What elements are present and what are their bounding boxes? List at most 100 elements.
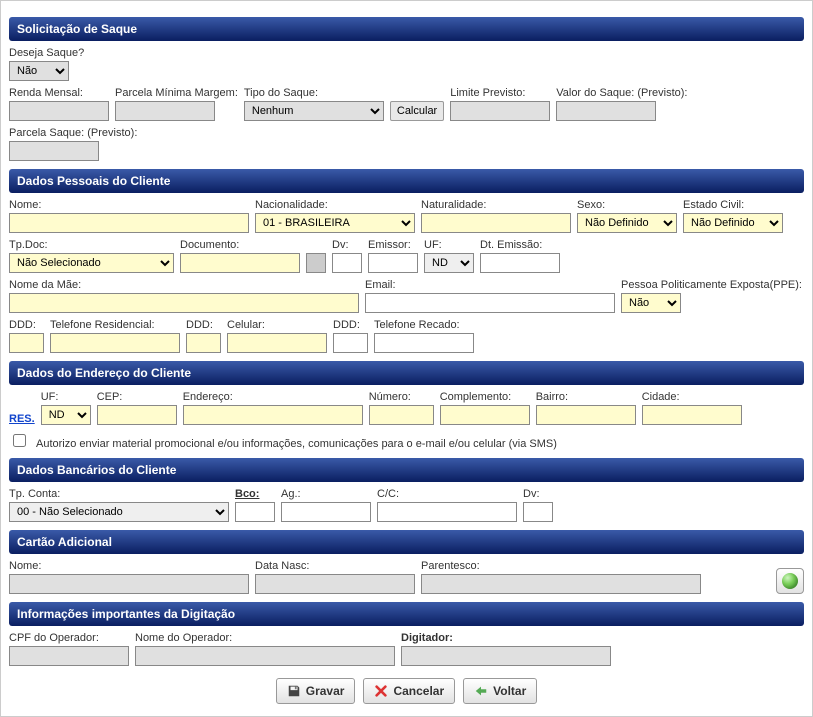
bco-link-label[interactable]: Bco: xyxy=(235,488,275,500)
estado-civil-select[interactable]: Não Definido xyxy=(683,213,783,233)
ddd2-label: DDD: xyxy=(186,319,221,331)
uf-select[interactable]: ND xyxy=(424,253,474,273)
cancel-icon xyxy=(374,684,388,698)
gravar-button[interactable]: Gravar xyxy=(276,678,356,704)
documento-label: Documento: xyxy=(180,239,300,251)
tel-res-label: Telefone Residencial: xyxy=(50,319,180,331)
section-header-info: Informações importantes da Digitação xyxy=(9,602,804,626)
section-header-saque: Solicitação de Saque xyxy=(9,17,804,41)
valor-saque-input[interactable] xyxy=(556,101,656,121)
tel-rec-input[interactable] xyxy=(374,333,474,353)
cancelar-button[interactable]: Cancelar xyxy=(363,678,455,704)
section-header-endereco: Dados do Endereço do Cliente xyxy=(9,361,804,385)
tel-rec-label: Telefone Recado: xyxy=(374,319,474,331)
cartao-parentesco-label: Parentesco: xyxy=(421,560,701,572)
cartao-parentesco-input[interactable] xyxy=(421,574,701,594)
bco-input[interactable] xyxy=(235,502,275,522)
cidade-input[interactable] xyxy=(642,405,742,425)
tipo-saque-select[interactable]: Nenhum xyxy=(244,101,384,121)
valor-saque-label: Valor do Saque: (Previsto): xyxy=(556,87,687,99)
limite-previsto-input[interactable] xyxy=(450,101,550,121)
cartao-refresh-button[interactable] xyxy=(776,568,804,594)
numero-label: Número: xyxy=(369,391,434,403)
tpconta-select[interactable]: 00 - Não Selecionado xyxy=(9,502,229,522)
parcela-min-input[interactable] xyxy=(115,101,215,121)
nacionalidade-select[interactable]: 01 - BRASILEIRA xyxy=(255,213,415,233)
section-header-bancarios: Dados Bancários do Cliente xyxy=(9,458,804,482)
nome-mae-label: Nome da Mãe: xyxy=(9,279,359,291)
ppe-select[interactable]: Não xyxy=(621,293,681,313)
ppe-label: Pessoa Politicamente Exposta(PPE): xyxy=(621,279,802,291)
tel-res-input[interactable] xyxy=(50,333,180,353)
dv-label: Dv: xyxy=(332,239,362,251)
calcular-button[interactable]: Calcular xyxy=(390,101,444,121)
renda-mensal-input[interactable] xyxy=(9,101,109,121)
nome-op-input[interactable] xyxy=(135,646,395,666)
emissor-input[interactable] xyxy=(368,253,418,273)
complemento-input[interactable] xyxy=(440,405,530,425)
estado-civil-label: Estado Civil: xyxy=(683,199,783,211)
complemento-label: Complemento: xyxy=(440,391,530,403)
cartao-data-nasc-label: Data Nasc: xyxy=(255,560,415,572)
bairro-label: Bairro: xyxy=(536,391,636,403)
autorizo-label: Autorizo enviar material promocional e/o… xyxy=(36,438,557,450)
numero-input[interactable] xyxy=(369,405,434,425)
ddd3-label: DDD: xyxy=(333,319,368,331)
cpf-op-label: CPF do Operador: xyxy=(9,632,129,644)
nome-input[interactable] xyxy=(9,213,249,233)
naturalidade-input[interactable] xyxy=(421,213,571,233)
endereco-label: Endereço: xyxy=(183,391,363,403)
dtemissao-input[interactable] xyxy=(480,253,560,273)
sexo-select[interactable]: Não Definido xyxy=(577,213,677,233)
save-icon xyxy=(287,684,301,698)
autorizo-checkbox[interactable] xyxy=(13,434,26,447)
nacionalidade-label: Nacionalidade: xyxy=(255,199,415,211)
celular-input[interactable] xyxy=(227,333,327,353)
ddd1-input[interactable] xyxy=(9,333,44,353)
ddd2-input[interactable] xyxy=(186,333,221,353)
cep-input[interactable] xyxy=(97,405,177,425)
ddd1-label: DDD: xyxy=(9,319,44,331)
end-uf-select[interactable]: ND xyxy=(41,405,91,425)
tpdoc-label: Tp.Doc: xyxy=(9,239,174,251)
dv-input[interactable] xyxy=(332,253,362,273)
parcela-saque-input[interactable] xyxy=(9,141,99,161)
documento-aux-input[interactable] xyxy=(306,253,326,273)
limite-previsto-label: Limite Previsto: xyxy=(450,87,550,99)
deseja-saque-select[interactable]: Não xyxy=(9,61,69,81)
digitador-input[interactable] xyxy=(401,646,611,666)
voltar-button[interactable]: Voltar xyxy=(463,678,537,704)
cartao-data-nasc-input[interactable] xyxy=(255,574,415,594)
sexo-label: Sexo: xyxy=(577,199,677,211)
gravar-label: Gravar xyxy=(306,684,345,698)
bairro-input[interactable] xyxy=(536,405,636,425)
nome-mae-input[interactable] xyxy=(9,293,359,313)
cidade-label: Cidade: xyxy=(642,391,742,403)
cc-input[interactable] xyxy=(377,502,517,522)
nome-label: Nome: xyxy=(9,199,249,211)
celular-label: Celular: xyxy=(227,319,327,331)
banc-dv-input[interactable] xyxy=(523,502,553,522)
tpdoc-select[interactable]: Não Selecionado xyxy=(9,253,174,273)
cartao-nome-input[interactable] xyxy=(9,574,249,594)
res-link[interactable]: RES. xyxy=(9,413,35,425)
cpf-op-input[interactable] xyxy=(9,646,129,666)
endereco-input[interactable] xyxy=(183,405,363,425)
documento-input[interactable] xyxy=(180,253,300,273)
section-header-cartao: Cartão Adicional xyxy=(9,530,804,554)
email-label: Email: xyxy=(365,279,615,291)
dtemissao-label: Dt. Emissão: xyxy=(480,239,560,251)
uf-label: UF: xyxy=(424,239,474,251)
ddd3-input[interactable] xyxy=(333,333,368,353)
deseja-saque-label: Deseja Saque? xyxy=(9,47,84,59)
ag-input[interactable] xyxy=(281,502,371,522)
cancelar-label: Cancelar xyxy=(393,684,444,698)
nome-op-label: Nome do Operador: xyxy=(135,632,395,644)
ag-label: Ag.: xyxy=(281,488,371,500)
banc-dv-label: Dv: xyxy=(523,488,553,500)
naturalidade-label: Naturalidade: xyxy=(421,199,571,211)
email-input[interactable] xyxy=(365,293,615,313)
voltar-label: Voltar xyxy=(493,684,526,698)
section-header-pessoais: Dados Pessoais do Cliente xyxy=(9,169,804,193)
cc-label: C/C: xyxy=(377,488,517,500)
